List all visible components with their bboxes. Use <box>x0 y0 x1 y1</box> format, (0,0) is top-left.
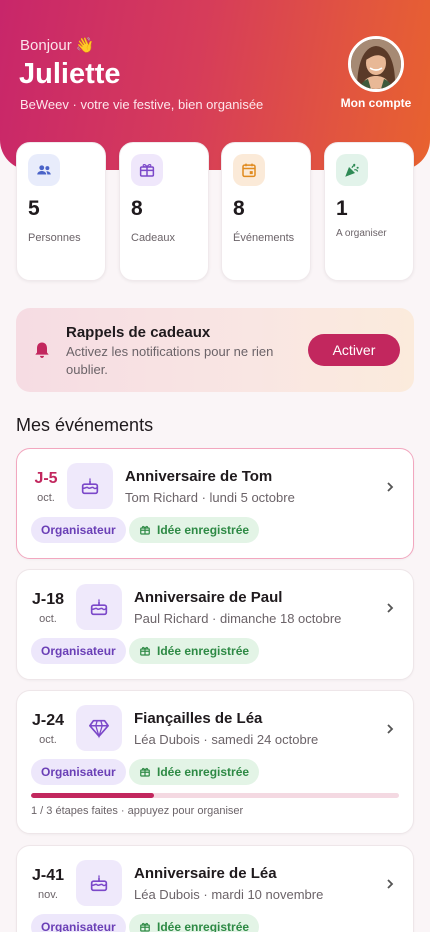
cake-icon <box>76 584 122 630</box>
stat-card-gifts[interactable]: 8 Cadeaux <box>119 142 209 281</box>
gift-icon <box>140 922 150 932</box>
diamond-icon <box>76 705 122 751</box>
progress-text: 1 / 3 étapes faites · appuyez pour organ… <box>31 805 244 817</box>
avatar[interactable] <box>348 36 404 92</box>
app-tagline: BeWeev · votre vie festive, bien organis… <box>20 97 264 112</box>
event-countdown: J-18 <box>31 591 65 608</box>
role-chip: Organisateur <box>31 517 126 543</box>
party-popper-icon <box>336 154 368 186</box>
event-countdown: J-5 <box>34 470 58 487</box>
event-title: Anniversaire de Léa <box>134 865 277 882</box>
event-countdown: J-41 <box>31 867 65 884</box>
cake-icon <box>67 463 113 509</box>
event-subtitle: Paul Richard · dimanche 18 octobre <box>134 611 342 626</box>
stat-card-to-organize[interactable]: 1 A organiser <box>324 142 414 281</box>
stat-label: Personnes <box>28 232 81 244</box>
gift-icon <box>140 767 150 777</box>
organization-progress-bar <box>31 793 399 798</box>
stat-card-people[interactable]: 5 Personnes <box>16 142 106 281</box>
idea-chip-label: Idée enregistrée <box>157 920 250 932</box>
progress-fill <box>31 793 154 798</box>
idea-chip: Idée enregistrée <box>129 638 260 664</box>
event-month: nov. <box>38 889 58 901</box>
idea-chip-label: Idée enregistrée <box>157 644 250 658</box>
reminder-title: Rappels de cadeaux <box>66 324 211 341</box>
cake-icon <box>76 860 122 906</box>
role-chip: Organisateur <box>31 638 126 664</box>
chevron-right-icon <box>385 480 395 499</box>
event-subtitle: Léa Dubois · samedi 24 octobre <box>134 732 319 747</box>
event-subtitle: Tom Richard · lundi 5 octobre <box>125 490 295 505</box>
event-subtitle: Léa Dubois · mardi 10 novembre <box>134 887 324 902</box>
event-card-lea-birthday[interactable]: J-41 nov. Anniversaire de Léa Léa Dubois… <box>16 845 414 932</box>
event-month: oct. <box>39 734 57 746</box>
event-title: Anniversaire de Tom <box>125 468 273 485</box>
gift-icon <box>140 525 150 535</box>
greeting-text: Bonjour 👋 <box>20 37 95 54</box>
idea-chip-label: Idée enregistrée <box>157 523 250 537</box>
role-chip: Organisateur <box>31 914 126 932</box>
stat-value: 5 <box>28 197 40 220</box>
activate-button[interactable]: Activer <box>308 334 400 366</box>
idea-chip: Idée enregistrée <box>129 517 260 543</box>
user-name: Juliette <box>19 58 121 90</box>
gift-icon <box>131 154 163 186</box>
bell-icon <box>32 339 52 366</box>
event-title: Anniversaire de Paul <box>134 589 283 606</box>
event-card-tom[interactable]: J-5 oct. Anniversaire de Tom Tom Richard… <box>16 448 414 559</box>
idea-chip-label: Idée enregistrée <box>157 765 250 779</box>
calendar-icon <box>233 154 265 186</box>
stat-value: 8 <box>233 197 245 220</box>
chevron-right-icon <box>385 877 395 896</box>
idea-chip: Idée enregistrée <box>129 759 260 785</box>
reminder-subtitle: Activez les notifications pour ne rien o… <box>66 344 274 377</box>
event-countdown: J-24 <box>31 712 65 729</box>
chevron-right-icon <box>385 722 395 741</box>
stat-card-events[interactable]: 8 Événements <box>221 142 311 281</box>
event-card-paul[interactable]: J-18 oct. Anniversaire de Paul Paul Rich… <box>16 569 414 680</box>
stat-value: 8 <box>131 197 143 220</box>
stat-label: Cadeaux <box>131 232 176 244</box>
event-month: oct. <box>37 492 55 504</box>
stat-label: Événements <box>233 232 295 244</box>
people-icon <box>28 154 60 186</box>
role-chip: Organisateur <box>31 759 126 785</box>
stat-value: 1 <box>336 197 348 220</box>
event-month: oct. <box>39 613 57 625</box>
account-link[interactable]: Mon compte <box>338 96 414 110</box>
event-title: Fiançailles de Léa <box>134 710 263 727</box>
section-title: Mes événements <box>16 415 154 435</box>
chevron-right-icon <box>385 601 395 620</box>
gift-icon <box>140 646 150 656</box>
stat-label: A organiser <box>336 228 387 239</box>
event-card-lea-engagement[interactable]: J-24 oct. Fiançailles de Léa Léa Dubois … <box>16 690 414 834</box>
idea-chip: Idée enregistrée <box>129 914 260 932</box>
gift-reminder-banner: Rappels de cadeaux Activez les notificat… <box>16 308 414 392</box>
